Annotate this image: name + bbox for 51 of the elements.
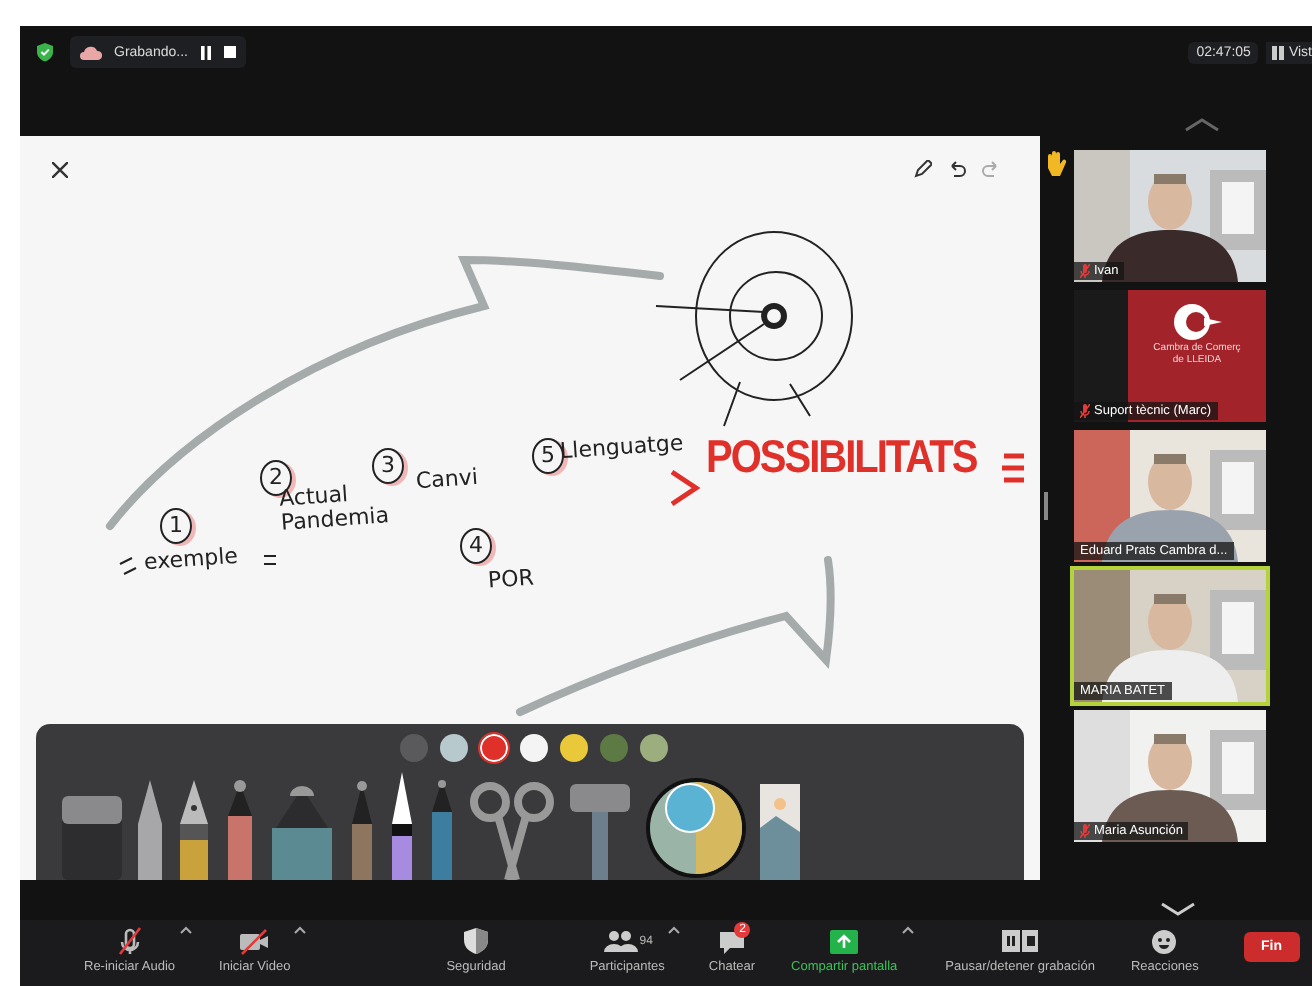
equals-mark-drawing [263, 555, 277, 565]
color-swatch[interactable] [440, 734, 468, 762]
chevron-up-icon[interactable] [1184, 118, 1220, 132]
circled-number: 5 [532, 438, 564, 474]
pencil-icon[interactable] [136, 780, 164, 880]
chevron-mark-drawing [670, 469, 701, 507]
pen-icon[interactable] [388, 772, 416, 880]
undo-icon[interactable] [948, 160, 966, 178]
color-swatch[interactable] [640, 734, 668, 762]
color-swatch[interactable] [400, 734, 428, 762]
circled-number: 1 [160, 508, 192, 544]
record-icon [1002, 926, 1039, 956]
eraser-icon[interactable] [60, 792, 124, 880]
scissors-icon[interactable] [468, 780, 556, 880]
pause-icon[interactable] [199, 45, 212, 59]
close-icon[interactable] [52, 162, 68, 178]
paint-roller-icon[interactable] [568, 780, 632, 880]
handwritten-label: exemple [143, 544, 239, 576]
circled-number: 4 [460, 528, 492, 564]
color-swatch[interactable] [480, 734, 508, 762]
chevron-down-icon[interactable] [1160, 902, 1196, 916]
caret-icon[interactable] [179, 926, 192, 934]
handwritten-headline: POSSIBILITATS [706, 432, 977, 486]
color-swatch[interactable] [560, 734, 588, 762]
color-swatch[interactable] [600, 734, 628, 762]
shield-icon[interactable] [36, 42, 54, 62]
caret-icon[interactable] [901, 926, 914, 934]
security-icon [458, 926, 494, 956]
equals-mark-drawing [999, 453, 1027, 483]
fountain-pen-icon[interactable] [176, 780, 212, 880]
marker-icon[interactable] [268, 780, 336, 880]
handwritten-label: POR [487, 566, 535, 594]
logo-icon [1171, 302, 1223, 342]
color-wheel-icon[interactable] [644, 776, 748, 880]
pencil-icon[interactable] [914, 160, 932, 178]
brush-icon[interactable] [348, 780, 376, 880]
grid-icon [1272, 45, 1285, 59]
caret-icon[interactable] [668, 926, 681, 934]
tick-mark-drawing [119, 557, 137, 575]
handwritten-label: Llenguatge [559, 431, 685, 465]
participants-icon [601, 926, 638, 956]
cloud-icon [80, 45, 102, 59]
share-icon [826, 926, 863, 956]
stop-icon[interactable] [223, 46, 236, 58]
video-icon [236, 926, 273, 956]
color-swatch[interactable] [520, 734, 548, 762]
handwritten-label: Canvi [415, 465, 479, 495]
caret-icon[interactable] [294, 926, 307, 934]
crayon-icon[interactable] [224, 780, 256, 880]
image-icon[interactable] [760, 784, 800, 880]
circled-number: 3 [372, 448, 404, 484]
